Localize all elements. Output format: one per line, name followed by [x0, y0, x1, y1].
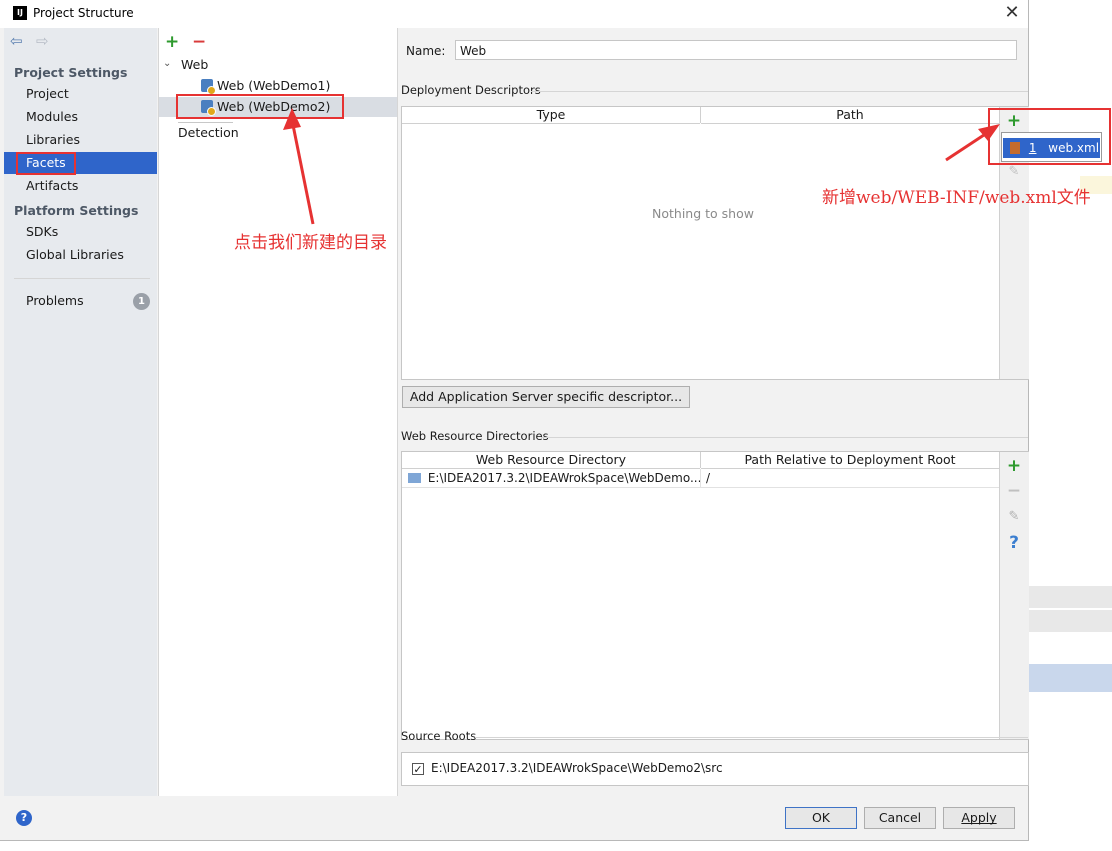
name-field[interactable]: Web [455, 40, 1017, 60]
remove-web-resource-icon: − [1006, 481, 1022, 501]
source-root-checkbox[interactable]: ✓ [412, 763, 424, 776]
project-structure-window: IJ Project Structure ✕ ⇦ ⇨ Project Setti… [0, 0, 1111, 841]
edit-descriptor-icon: ✎ [1008, 164, 1020, 179]
background-window-strip [1029, 586, 1112, 608]
project-settings-header: Project Settings [14, 65, 128, 80]
source-roots-divider [475, 737, 1028, 738]
intellij-logo-icon: IJ [13, 6, 27, 20]
column-type[interactable]: Type [402, 107, 700, 124]
help-question-icon[interactable]: ? [1004, 534, 1024, 552]
column-path[interactable]: Path [701, 107, 999, 124]
back-arrow-icon[interactable]: ⇦ [10, 32, 23, 50]
annotation-box-webdemo2 [176, 94, 344, 119]
background-window-selection [1029, 664, 1112, 692]
web-resource-table: Web Resource Directory Path Relative to … [401, 451, 1029, 740]
column-web-resource-directory[interactable]: Web Resource Directory [402, 452, 700, 469]
cancel-button[interactable]: Cancel [864, 807, 936, 829]
problems-count-badge: 1 [133, 293, 150, 310]
facet-config-panel: Name: Web Deployment Descriptors Type Pa… [397, 28, 1102, 796]
source-roots-title: Source Roots [401, 729, 477, 743]
empty-table-text: Nothing to show [652, 206, 754, 221]
row-separator [700, 469, 701, 487]
web-facet-icon [201, 79, 216, 95]
detection-divider [178, 122, 233, 123]
title-bar: IJ Project Structure ✕ [0, 0, 1028, 28]
annotation-box-add-webxml [988, 108, 1111, 165]
folder-icon [408, 473, 421, 483]
tree-node-web[interactable]: Web [181, 55, 208, 75]
deployment-descriptors-table: Type Path Nothing to show + ✎ [401, 106, 1029, 380]
web-resource-path-value: / [706, 471, 711, 485]
source-roots-list: ✓ E:\IDEA2017.3.2\IDEAWrokSpace\WebDemo2… [401, 752, 1029, 786]
remove-facet-icon[interactable]: − [192, 34, 206, 51]
sidebar-divider [14, 278, 150, 279]
deployment-descriptors-title: Deployment Descriptors [401, 83, 541, 97]
sidebar-item-artifacts[interactable]: Artifacts [4, 175, 157, 197]
column-relative-path[interactable]: Path Relative to Deployment Root [701, 452, 999, 469]
window-title: Project Structure [33, 6, 134, 20]
source-root-path: E:\IDEA2017.3.2\IDEAWrokSpace\WebDemo2\s… [431, 761, 723, 775]
settings-sidebar: ⇦ ⇨ Project Settings Project Modules Lib… [4, 28, 157, 796]
background-window-strip-2 [1029, 610, 1112, 632]
sidebar-item-modules[interactable]: Modules [4, 106, 157, 128]
add-web-resource-icon[interactable]: + [1004, 457, 1024, 475]
sidebar-item-libraries[interactable]: Libraries [4, 129, 157, 151]
apply-button-label: Apply [961, 810, 997, 825]
close-icon[interactable]: ✕ [1000, 2, 1024, 24]
tree-node-label: Web (WebDemo1) [217, 78, 331, 93]
add-facet-icon[interactable]: + [165, 34, 179, 51]
web-resource-divider [541, 437, 1028, 438]
tree-node-webdemo1[interactable]: Web (WebDemo1) [159, 76, 397, 96]
add-app-server-descriptor-button[interactable]: Add Application Server specific descript… [402, 386, 690, 408]
annotation-box-facets [16, 152, 76, 175]
deployment-descriptors-divider [531, 91, 1028, 92]
sidebar-item-sdks[interactable]: SDKs [4, 221, 157, 243]
ok-button[interactable]: OK [785, 807, 857, 829]
sidebar-item-global-libraries[interactable]: Global Libraries [4, 244, 157, 266]
platform-settings-header: Platform Settings [14, 203, 139, 218]
tree-node-detection[interactable]: Detection [178, 123, 239, 143]
facets-tree-panel: + − ⌄ Web Web (WebDemo1) Web (WebDemo2) … [158, 28, 398, 796]
annotation-new-webxml: 新增web/WEB-INF/web.xml文件 [822, 188, 1091, 208]
apply-button[interactable]: Apply [943, 807, 1015, 829]
help-icon[interactable]: ? [16, 810, 32, 826]
web-resource-directory-value: E:\IDEA2017.3.2\IDEAWrokSpace\WebDemo... [427, 471, 702, 485]
edit-web-resource-icon: ✎ [1008, 509, 1020, 524]
chevron-down-icon[interactable]: ⌄ [163, 58, 171, 69]
sidebar-item-project[interactable]: Project [4, 83, 157, 105]
annotation-click-directory: 点击我们新建的目录 [234, 233, 387, 253]
forward-arrow-icon[interactable]: ⇨ [36, 32, 49, 50]
web-resource-directories-title: Web Resource Directories [401, 429, 549, 443]
name-label: Name: [406, 44, 446, 58]
web-resource-toolbar: + − ✎ ? [999, 452, 1029, 739]
